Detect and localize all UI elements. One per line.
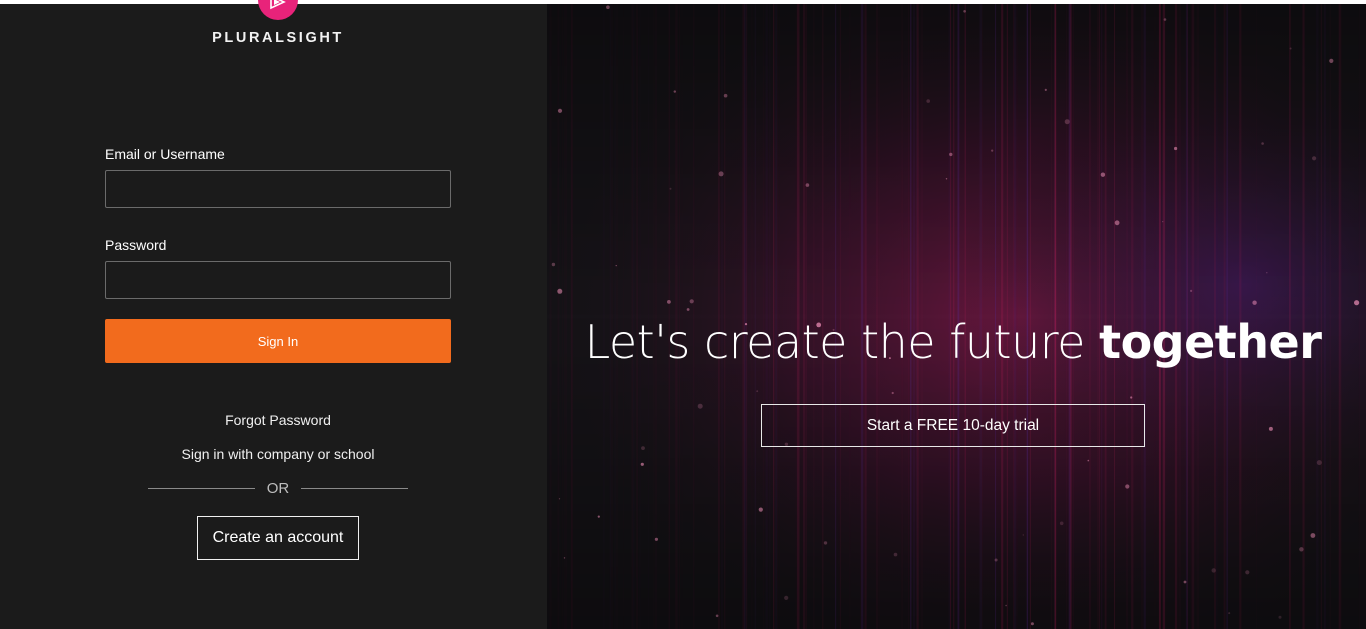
free-trial-button[interactable]: Start a FREE 10-day trial: [761, 404, 1145, 447]
tagline-emphasis: together: [1099, 315, 1322, 369]
hero-tagline: Let's create the future together: [547, 315, 1359, 369]
create-account-button[interactable]: Create an account: [197, 516, 359, 560]
forgot-password-link[interactable]: Forgot Password: [0, 412, 556, 428]
logo-text: PLURALSIGHT: [212, 30, 344, 46]
login-page: PLURALSIGHT Email or Username Password S…: [0, 0, 1366, 629]
signin-panel: PLURALSIGHT Email or Username Password S…: [0, 0, 547, 629]
email-label: Email or Username: [105, 146, 225, 162]
password-label: Password: [105, 237, 167, 253]
logo[interactable]: PLURALSIGHT: [0, 0, 547, 64]
sign-in-button[interactable]: Sign In: [105, 319, 451, 363]
email-field[interactable]: [105, 170, 451, 208]
company-signin-link[interactable]: Sign in with company or school: [0, 446, 556, 462]
or-divider: OR: [148, 478, 408, 498]
pluralsight-play-icon: [258, 0, 298, 20]
divider-line-right: [301, 488, 408, 489]
hero-panel: Let's create the future together Start a…: [547, 4, 1366, 629]
tagline-prefix: Let's create the future: [584, 315, 1100, 369]
password-field[interactable]: [105, 261, 451, 299]
